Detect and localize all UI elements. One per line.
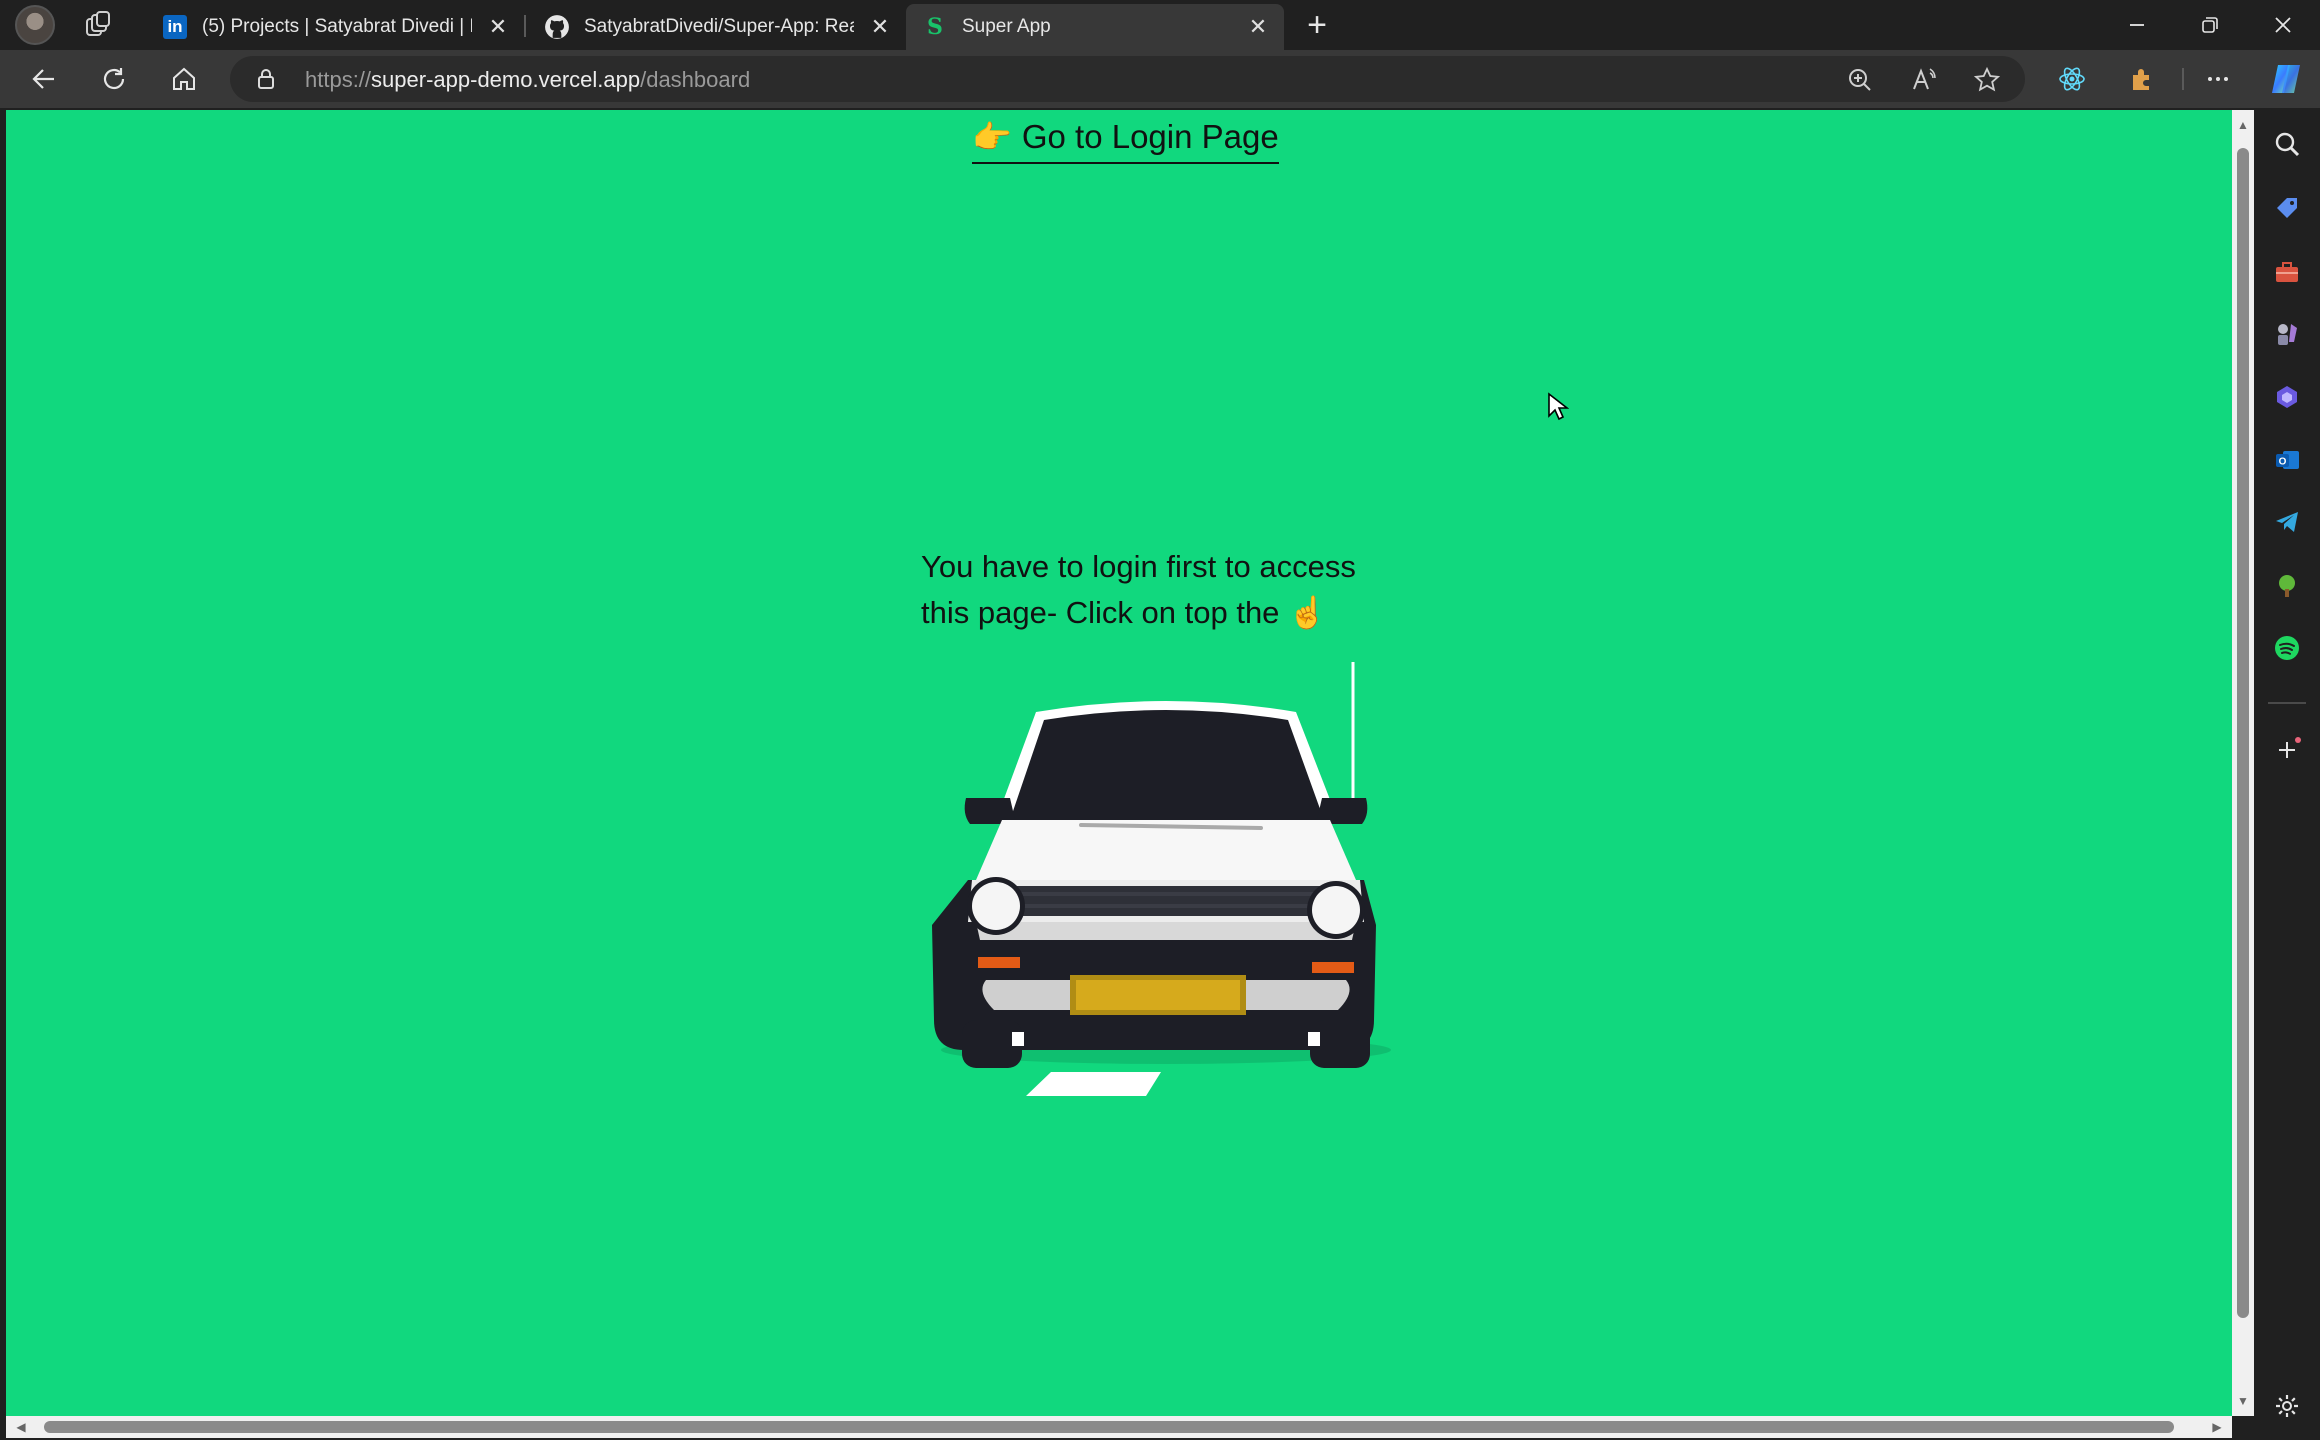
url-text: https://super-app-demo.vercel.app/dashbo… (305, 67, 751, 92)
add-icon[interactable] (2271, 734, 2303, 766)
refresh-icon[interactable] (97, 62, 131, 96)
telegram-icon[interactable] (2271, 506, 2303, 538)
tab-super-app[interactable]: S Super App ✕ (906, 4, 1284, 50)
home-icon[interactable] (167, 62, 201, 96)
browser-window: in (5) Projects | Satyabrat Divedi | Li … (0, 0, 2320, 1440)
workspaces-icon[interactable] (84, 11, 112, 39)
copilot-icon[interactable] (2266, 59, 2306, 99)
edge-sidebar: O (2254, 108, 2320, 1440)
favorite-star-icon[interactable] (1973, 66, 2001, 94)
tag-icon[interactable] (2271, 192, 2303, 224)
site-favicon-icon: S (927, 14, 943, 40)
extensions-icon[interactable] (2124, 62, 2158, 96)
login-required-message: You have to login first to access this p… (921, 549, 1356, 630)
sidebar-divider (2268, 702, 2306, 704)
read-aloud-icon[interactable] (1910, 66, 1938, 94)
new-tab-button[interactable]: + (1300, 8, 1334, 42)
search-icon[interactable] (2271, 128, 2303, 160)
tab-linkedin[interactable]: in (5) Projects | Satyabrat Divedi | Li … (146, 4, 524, 50)
restore-icon[interactable] (2193, 8, 2227, 42)
settings-icon[interactable] (2271, 1390, 2303, 1422)
github-icon (544, 14, 570, 40)
vertical-scroll-thumb[interactable] (2237, 148, 2249, 1318)
tab-label: SatyabratDivedi/Super-App: Reac (584, 16, 854, 37)
games-icon[interactable] (2271, 318, 2303, 350)
close-window-icon[interactable] (2266, 8, 2300, 42)
pointing-hand-icon: 👉 (972, 119, 1012, 155)
minimize-icon[interactable] (2120, 8, 2154, 42)
close-icon[interactable]: ✕ (1246, 15, 1270, 39)
zoom-icon[interactable] (1846, 66, 1874, 94)
horizontal-scroll-thumb[interactable] (44, 1421, 2174, 1433)
scroll-left-icon[interactable]: ◀ (14, 1420, 28, 1434)
scroll-right-icon[interactable]: ▶ (2210, 1420, 2224, 1434)
back-icon[interactable] (27, 62, 61, 96)
toolbox-icon[interactable] (2271, 256, 2303, 288)
address-bar[interactable]: https://super-app-demo.vercel.app/dashbo… (230, 56, 2025, 102)
close-icon[interactable]: ✕ (486, 15, 510, 39)
tab-strip: in (5) Projects | Satyabrat Divedi | Li … (0, 0, 2320, 50)
tab-label: (5) Projects | Satyabrat Divedi | Li (202, 16, 472, 37)
profile-avatar[interactable] (15, 5, 55, 45)
more-options-icon[interactable] (2201, 62, 2235, 96)
vertical-scrollbar[interactable]: ▲ ▼ (2232, 110, 2254, 1416)
navigation-toolbar: https://super-app-demo.vercel.app/dashbo… (0, 50, 2320, 108)
scroll-up-icon[interactable]: ▲ (2236, 118, 2250, 132)
page-viewport: 👉 Go to Login Page You have to login fir… (6, 110, 2232, 1416)
close-icon[interactable]: ✕ (868, 15, 892, 39)
spotify-icon[interactable] (2271, 632, 2303, 664)
linkedin-icon: in (162, 14, 188, 40)
tab-label: Super App (962, 16, 1051, 37)
login-link-label: Go to Login Page (1021, 118, 1279, 155)
tab-separator (524, 15, 526, 37)
outlook-icon[interactable]: O (2271, 444, 2303, 476)
svg-text:O: O (2279, 457, 2287, 468)
horizontal-scrollbar[interactable]: ◀ ▶ (6, 1416, 2232, 1438)
scroll-down-icon[interactable]: ▼ (2236, 1394, 2250, 1408)
mouse-cursor-icon (1547, 392, 1570, 422)
toolbar-separator (2182, 68, 2184, 90)
tab-github[interactable]: SatyabratDivedi/Super-App: Reac ✕ (528, 4, 906, 50)
react-devtools-icon[interactable] (2055, 62, 2089, 96)
lock-icon[interactable] (254, 67, 278, 91)
tree-icon[interactable] (2271, 570, 2303, 602)
copilot-icon[interactable] (2271, 381, 2303, 413)
go-to-login-link[interactable]: 👉 Go to Login Page (972, 114, 1279, 164)
